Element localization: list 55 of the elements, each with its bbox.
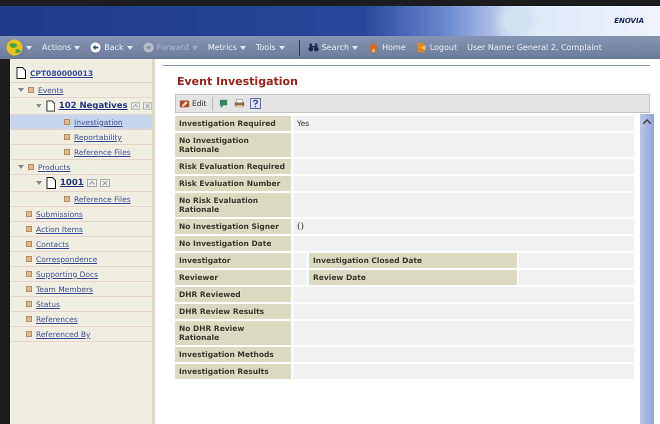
bullet-icon [26,241,32,247]
document-icon [46,177,56,189]
expand-arrow-icon[interactable] [18,87,24,93]
left-arrow-icon[interactable] [90,42,102,53]
bullet-icon [26,316,32,322]
bullet-icon [64,196,70,202]
caret-icon[interactable] [352,46,358,50]
caret-icon[interactable] [126,46,133,50]
bullet-icon [64,119,70,125]
bullet-icon [64,134,70,140]
door-icon[interactable] [416,42,427,53]
comment-icon[interactable] [218,98,229,109]
menu-button[interactable]: Tools [256,43,276,52]
bullet-icon [64,149,70,155]
collapse-icon[interactable] [130,102,140,110]
bullet-icon [26,286,32,292]
field-value: () [293,219,634,234]
close-icon[interactable] [142,102,152,110]
bullet-icon [28,87,34,93]
expand-arrow-icon[interactable] [18,164,24,170]
bullet-icon [28,164,34,170]
menu-button[interactable]: Metrics [208,43,237,52]
close-icon[interactable] [100,179,110,187]
user-name: User Name: General 2, Complaint [467,43,602,52]
edit-icon [179,98,190,109]
caret-icon[interactable] [26,46,32,50]
bullet-icon [26,226,32,232]
collapse-icon[interactable] [86,179,97,187]
globe-icon[interactable] [6,39,23,56]
menu-button[interactable]: Back [104,43,124,52]
bullet-icon [26,331,32,337]
caret-icon[interactable] [278,46,285,50]
document-icon [46,100,55,112]
scroll-up-icon[interactable] [643,119,651,124]
scrollbar[interactable] [640,114,654,424]
tree-item[interactable]: 1001 [10,175,152,192]
menu-button[interactable]: Home [382,43,406,52]
caret-icon[interactable] [240,46,246,50]
bullet-icon [26,301,32,307]
bullet-icon [26,271,32,277]
printer-icon[interactable] [234,98,245,109]
bullet-icon [26,256,32,262]
caret-icon[interactable] [74,46,80,50]
menu-button[interactable]: Search [322,43,350,52]
page-title: Event Investigation [177,75,299,88]
menu-button[interactable]: Actions [42,43,72,52]
right-arrow-icon[interactable] [142,42,154,53]
expand-arrow-icon[interactable] [36,103,42,109]
help-icon[interactable] [250,98,261,109]
binoculars-icon[interactable] [308,42,319,53]
bullet-icon [26,211,32,217]
document-icon [16,67,26,79]
menu-button[interactable]: Logout [430,43,458,52]
expand-arrow-icon[interactable] [36,180,42,186]
house-icon[interactable] [368,42,380,53]
